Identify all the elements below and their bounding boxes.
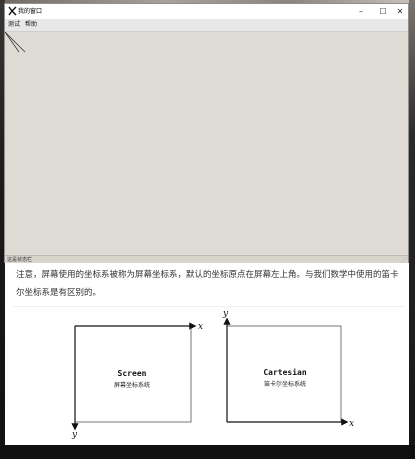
- cartesian-subtitle: 笛卡尔坐标系统: [264, 380, 306, 388]
- minimize-button[interactable]: –: [351, 4, 371, 19]
- canvas-line-1: [5, 32, 20, 53]
- menu-bar: 测试 帮助: [5, 19, 408, 32]
- screen-coordinate-diagram: x y Screen 屏幕坐标系统: [71, 322, 203, 440]
- desktop-bottom-strip: [0, 445, 415, 459]
- screen-y-label: y: [71, 430, 78, 440]
- python-feather-icon: [8, 6, 17, 16]
- desktop-right-edge: [409, 0, 415, 459]
- canvas-lines: [5, 32, 26, 53]
- coordinate-diagrams: x y Screen 屏幕坐标系统 x y Cartesian 笛卡尔坐标系统: [71, 309, 354, 440]
- cartesian-coordinate-diagram: x y Cartesian 笛卡尔坐标系统: [222, 309, 354, 429]
- screen-x-label: x: [198, 322, 203, 332]
- menu-item-test[interactable]: 测试: [8, 21, 20, 29]
- cartesian-x-label: x: [349, 419, 354, 429]
- canvas-line-2: [5, 32, 26, 53]
- cartesian-y-label: y: [222, 309, 229, 319]
- app-window: 我的窗口 – ☐ ✕ 测试 帮助 这是状态栏 ⋰: [4, 3, 409, 264]
- window-title: 我的窗口: [18, 8, 43, 15]
- menu-item-help[interactable]: 帮助: [25, 21, 37, 29]
- screen-subtitle: 屏幕坐标系统: [114, 381, 150, 389]
- drawing-canvas[interactable]: [5, 32, 408, 254]
- cartesian-title: Cartesian: [263, 367, 307, 377]
- screen-title: Screen: [118, 369, 147, 378]
- title-bar[interactable]: 我的窗口 – ☐ ✕: [5, 4, 408, 19]
- article-section: 注意，屏幕使用的坐标系被称为屏幕坐标系，默认的坐标原点在屏幕左上角。与我们数学中…: [5, 263, 409, 445]
- close-button[interactable]: ✕: [390, 4, 410, 19]
